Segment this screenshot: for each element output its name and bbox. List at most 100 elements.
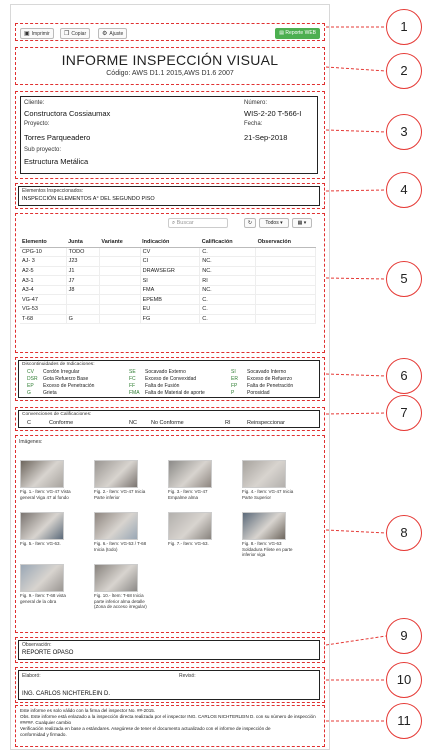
discontinuity-desc: Falta de Material de aporte [145, 390, 205, 396]
image-card[interactable]: Fig. 10.- Ítem: T-68 Inicia parte inferi… [94, 564, 152, 610]
table-cell: CI [140, 256, 201, 267]
columns-dropdown[interactable]: Todos ▾ [259, 218, 289, 228]
inspection-photo[interactable] [20, 460, 64, 488]
table-row[interactable]: VG-53 EU C. [20, 304, 316, 315]
col-junta[interactable]: Junta [66, 238, 100, 248]
made-by-value: ING. CARLOS NICHTERLEIN D. [22, 691, 111, 697]
image-card[interactable]: Fig. 2.- Ítem: VG-47 Inicia Parte inferi… [94, 460, 152, 500]
table-cell: J1 [66, 266, 100, 277]
image-card[interactable]: Fig. 9.- Ítem: T-68 vista general de la … [20, 564, 78, 604]
table-cell: FMA [140, 285, 201, 296]
table-cell [99, 285, 141, 296]
convention-desc: Reinspeccionar [247, 420, 285, 426]
image-card[interactable]: Fig. 1.- Ítem: VG-47 Vista general Viga … [20, 460, 78, 500]
refresh-button[interactable]: ↻ [244, 218, 256, 228]
conventions-box: Convenciones de Calificaciones: C Conform… [18, 410, 320, 428]
col-observacion[interactable]: Observación [255, 238, 316, 248]
col-indicacion[interactable]: Indicación [140, 238, 200, 248]
callout-2: 2 [386, 53, 422, 89]
discontinuity-item: FC Exceso de Convexidad [129, 376, 196, 382]
image-caption: Fig. 9.- Ítem: T-68 vista general de la … [20, 593, 66, 604]
col-variante[interactable]: Variante [99, 238, 141, 248]
search-input[interactable]: ⌕ Buscar [168, 218, 228, 228]
footer-line: Obs. Este informe está enlazado a la ins… [20, 714, 316, 725]
discontinuities-title: Discontinuidades de Indicaciones: [22, 362, 95, 367]
table-body: CPG-10 TODO CV C. AJ- 3 J23 CI NC. A2-5 J1 DRAWSEG… [20, 247, 316, 325]
subproject-label: Sub proyecto: [24, 147, 62, 153]
inspection-photo[interactable] [20, 512, 64, 540]
discontinuity-desc: Porosidad [247, 390, 270, 396]
discontinuity-code: EP [27, 383, 34, 389]
table-cell: RI [199, 275, 257, 286]
leader-line [325, 189, 387, 192]
toolbar-section: ▣ Imprimir ❐ Copiar ⚙ Ajuste ▤ Reporte WEB [15, 23, 325, 41]
client-section: Cliente: Constructora Cossiaumax Número:… [15, 91, 325, 179]
callout-3: 3 [386, 114, 422, 150]
date-label: Fecha: [244, 121, 263, 127]
number-label: Número: [244, 100, 268, 106]
table-row[interactable]: T-68 G FG C. [20, 314, 316, 325]
leader-line [325, 529, 387, 534]
project-label: Proyecto: [24, 121, 50, 127]
inspection-photo[interactable] [94, 512, 138, 540]
discontinuity-item: FF Falta de Fusión [129, 383, 179, 389]
image-card[interactable]: Fig. 5.- Ítem: VG-63. [20, 512, 78, 547]
table-cell [99, 247, 141, 258]
callout-5: 5 [386, 261, 422, 297]
image-card[interactable]: Fig. 4.- Ítem: VG-47 Inicia Parte Superi… [242, 460, 300, 500]
table-row[interactable]: VG-47 EPEMB C. [20, 294, 316, 306]
page: ▣ Imprimir ❐ Copiar ⚙ Ajuste ▤ Reporte WEB … [0, 0, 444, 754]
inspection-photo[interactable] [94, 564, 138, 592]
leader-line [325, 373, 387, 377]
reviewed-by-label: Revisó: [179, 673, 196, 679]
callout-1: 1 [386, 9, 422, 45]
table-row[interactable]: A3-4 J8 FMA NC. [20, 285, 316, 296]
table-row[interactable]: CPG-10 TODO CV C. [20, 247, 316, 258]
page-title: INFORME INSPECCIÓN VISUAL [61, 52, 279, 68]
table-cell: A3-4 [20, 285, 67, 296]
conventions-section: Convenciones de Calificaciones: C Conform… [15, 407, 325, 431]
inspection-photo[interactable] [168, 460, 212, 488]
inspection-photo[interactable] [242, 460, 286, 488]
copy-button[interactable]: ❐ Copiar [60, 28, 91, 39]
report-web-button[interactable]: ▤ Reporte WEB [275, 28, 320, 39]
table-row[interactable]: AJ- 3 J23 CI NC. [20, 256, 316, 267]
table-row[interactable]: A3-1 J7 SI RI [20, 275, 316, 286]
callout-10: 10 [386, 662, 422, 698]
view-dropdown[interactable]: ▦ ▾ [292, 218, 312, 228]
discontinuity-item: SE Socavado Externo [129, 369, 186, 375]
inspection-photo[interactable] [168, 512, 212, 540]
image-card[interactable]: Fig. 3.- Ítem: VG-47 Empalme alma [168, 460, 226, 500]
image-card[interactable]: Fig. 8.- Ítem: VG-63 Soldadura Filete en… [242, 512, 300, 558]
table-cell: VG-53 [20, 304, 67, 315]
col-calificacion[interactable]: Calificación [199, 238, 256, 248]
discontinuity-desc: Falta de Penetración [247, 383, 294, 389]
discontinuity-code: G [27, 390, 31, 396]
image-card[interactable]: Fig. 6.- Ítem: VG-53 / T-68 Inicia (todo… [94, 512, 152, 552]
adjust-button[interactable]: ⚙ Ajuste [98, 28, 128, 39]
inspection-photo[interactable] [242, 512, 286, 540]
table-row[interactable]: A2-5 J1 DRAWSEGR NC. [20, 266, 316, 277]
image-caption: Fig. 5.- Ítem: VG-63. [20, 541, 61, 546]
image-caption: Fig. 4.- Ítem: VG-47 Inicia Parte Superi… [242, 489, 294, 500]
callout-6: 6 [386, 358, 422, 394]
discontinuity-code: FC [129, 376, 136, 382]
discontinuity-code: SI [231, 369, 236, 375]
convention-code: NC [129, 420, 137, 426]
callout-4: 4 [386, 172, 422, 208]
inspection-photo[interactable] [94, 460, 138, 488]
table-cell [66, 294, 100, 306]
table-cell: FG [140, 314, 201, 325]
leader-line [325, 635, 387, 646]
table-cell [255, 314, 316, 325]
discontinuity-code: SE [129, 369, 136, 375]
col-elemento[interactable]: Elemento [20, 238, 67, 248]
signatures-section: Elaboró: Revisó: ING. CARLOS NICHTERLEIN… [15, 667, 325, 703]
inspection-photo[interactable] [20, 564, 64, 592]
discontinuity-desc: Gota Refuerzo Base [43, 376, 89, 382]
leader-line [325, 66, 387, 72]
discontinuity-item: G Grieta [27, 390, 57, 396]
convention-item: NC No Conforme [129, 420, 184, 426]
image-card[interactable]: Fig. 7.- Ítem: VG-63. [168, 512, 226, 547]
print-button[interactable]: ▣ Imprimir [20, 28, 54, 39]
